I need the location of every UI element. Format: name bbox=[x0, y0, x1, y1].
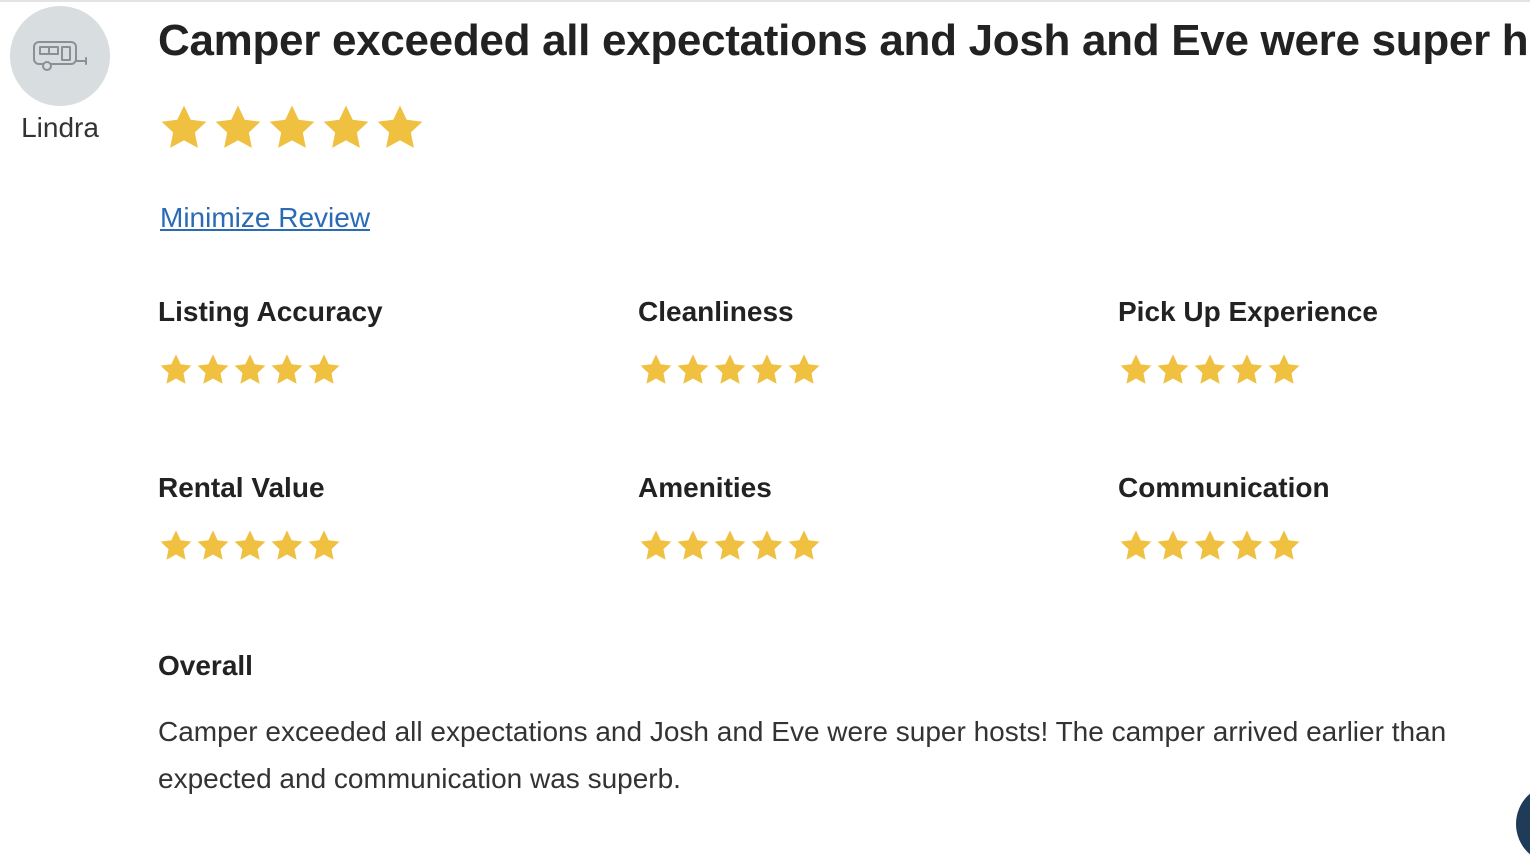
star-icon bbox=[271, 354, 303, 384]
star-icon bbox=[308, 530, 340, 560]
category-star-rating bbox=[1118, 352, 1378, 388]
star-icon bbox=[161, 105, 207, 148]
category-star-rating bbox=[158, 352, 383, 388]
star-icon bbox=[377, 105, 423, 148]
star-icon bbox=[234, 530, 266, 560]
category-star-rating bbox=[1118, 528, 1330, 564]
category-star-rating bbox=[638, 528, 822, 564]
category-label: Rental Value bbox=[158, 472, 325, 503]
category-pick-up-experience: Pick Up Experience bbox=[1118, 296, 1378, 388]
category-amenities: Amenities bbox=[638, 472, 822, 564]
star-icon bbox=[714, 354, 746, 384]
star-icon bbox=[323, 105, 369, 148]
star-icon bbox=[215, 105, 261, 148]
star-icon bbox=[751, 354, 783, 384]
category-label: Communication bbox=[1118, 472, 1330, 503]
star-icon bbox=[677, 354, 709, 384]
star-icon bbox=[234, 354, 266, 384]
star-icon bbox=[1231, 354, 1263, 384]
overall-review-text: Camper exceeded all expectations and Jos… bbox=[158, 716, 1447, 794]
star-icon bbox=[1157, 354, 1189, 384]
star-icon bbox=[1268, 530, 1300, 560]
category-rental-value: Rental Value bbox=[158, 472, 342, 564]
category-star-rating bbox=[158, 528, 342, 564]
star-icon bbox=[269, 105, 315, 148]
category-listing-accuracy: Listing Accuracy bbox=[158, 296, 383, 388]
minimize-review-link[interactable]: Minimize Review bbox=[160, 202, 370, 234]
reviewer-name: Lindra bbox=[21, 112, 99, 143]
camper-trailer-icon bbox=[33, 41, 87, 71]
star-icon bbox=[271, 530, 303, 560]
star-icon bbox=[1268, 354, 1300, 384]
star-icon bbox=[677, 530, 709, 560]
star-icon bbox=[1194, 530, 1226, 560]
avatar bbox=[10, 6, 110, 106]
category-label: Listing Accuracy bbox=[158, 296, 383, 327]
category-communication: Communication bbox=[1118, 472, 1330, 564]
star-icon bbox=[160, 354, 192, 384]
category-label: Pick Up Experience bbox=[1118, 296, 1378, 327]
category-cleanliness: Cleanliness bbox=[638, 296, 822, 388]
category-label: Cleanliness bbox=[638, 296, 794, 327]
star-icon bbox=[788, 354, 820, 384]
star-icon bbox=[1231, 530, 1263, 560]
top-divider bbox=[0, 0, 1530, 2]
star-icon bbox=[1120, 354, 1152, 384]
star-icon bbox=[640, 530, 672, 560]
star-icon bbox=[751, 530, 783, 560]
star-icon bbox=[714, 530, 746, 560]
star-icon bbox=[197, 354, 229, 384]
category-label: Amenities bbox=[638, 472, 772, 503]
star-icon bbox=[1194, 354, 1226, 384]
overall-heading: Overall bbox=[158, 650, 253, 681]
category-star-rating bbox=[638, 352, 822, 388]
overall-star-rating bbox=[158, 102, 426, 154]
star-icon bbox=[788, 530, 820, 560]
star-icon bbox=[308, 354, 340, 384]
star-icon bbox=[160, 530, 192, 560]
star-icon bbox=[1157, 530, 1189, 560]
star-icon bbox=[197, 530, 229, 560]
star-icon bbox=[640, 354, 672, 384]
review-title: Camper exceeded all expectations and Jos… bbox=[158, 16, 1530, 65]
star-icon bbox=[1120, 530, 1152, 560]
